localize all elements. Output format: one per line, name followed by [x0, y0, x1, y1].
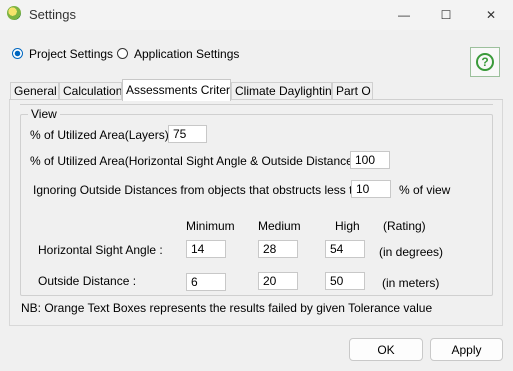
outside-distance-minimum-input[interactable]: 6 [186, 273, 226, 291]
column-medium: Medium [258, 219, 301, 233]
outside-distance-high-input[interactable]: 50 [325, 272, 365, 290]
outside-distance-unit: (in meters) [382, 276, 440, 290]
tab-calculation[interactable]: Calculation [59, 82, 122, 99]
outside-distance-label: Outside Distance : [38, 274, 137, 288]
horizontal-sight-angle-high-input[interactable]: 54 [325, 240, 365, 258]
ignoring-distances-unit: % of view [399, 183, 451, 197]
column-rating: (Rating) [383, 219, 426, 233]
tab-climate-daylighting[interactable]: Climate Daylighting [231, 82, 332, 99]
help-icon: ? [476, 53, 494, 71]
project-settings-radio[interactable] [12, 48, 23, 59]
application-settings-radio[interactable] [117, 48, 128, 59]
horizontal-sight-angle-medium-input[interactable]: 28 [258, 240, 298, 258]
horizontal-sight-angle-minimum-input[interactable]: 14 [186, 240, 226, 258]
column-high: High [335, 219, 360, 233]
outside-distance-medium-input[interactable]: 20 [258, 272, 298, 290]
close-button[interactable]: ✕ [469, 0, 513, 30]
project-settings-label[interactable]: Project Settings [29, 47, 113, 61]
maximize-icon: ☐ [440, 8, 452, 22]
tolerance-note: NB: Orange Text Boxes represents the res… [21, 301, 433, 315]
utilized-area-layers-label: % of Utilized Area(Layers) : [30, 128, 176, 142]
apply-button[interactable]: Apply [430, 338, 503, 361]
tab-general[interactable]: General [10, 82, 59, 99]
window-title: Settings [29, 7, 76, 22]
ignoring-distances-label: Ignoring Outside Distances from objects … [33, 183, 373, 197]
application-settings-label[interactable]: Application Settings [134, 47, 239, 61]
previous-group-edge [20, 104, 493, 105]
utilized-area-sight-label: % of Utilized Area(Horizontal Sight Angl… [30, 154, 364, 168]
ok-button[interactable]: OK [349, 338, 423, 361]
help-button[interactable]: ? [470, 47, 500, 77]
horizontal-sight-angle-unit: (in degrees) [379, 245, 444, 259]
horizontal-sight-angle-label: Horizontal Sight Angle : [38, 243, 163, 257]
app-logo-icon [7, 6, 21, 20]
tab-assessments-criteria[interactable]: Assessments Criteria [122, 79, 231, 101]
column-minimum: Minimum [186, 219, 235, 233]
utilized-area-sight-input[interactable]: 100 [350, 151, 390, 169]
view-group-label: View [28, 107, 60, 121]
tab-part-o[interactable]: Part O [332, 82, 373, 99]
maximize-button[interactable]: ☐ [424, 0, 468, 30]
minimize-icon: — [398, 8, 410, 22]
minimize-button[interactable]: — [382, 0, 426, 30]
utilized-area-layers-input[interactable]: 75 [168, 125, 207, 143]
close-icon: ✕ [485, 8, 497, 22]
ignoring-distances-input[interactable]: 10 [351, 180, 391, 198]
